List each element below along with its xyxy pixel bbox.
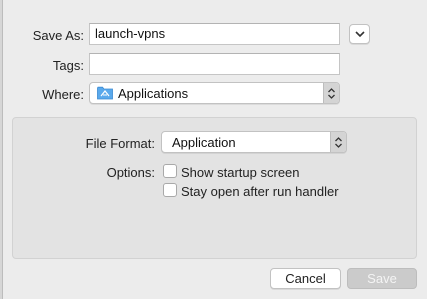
stay-open-label[interactable]: Stay open after run handler: [181, 184, 339, 199]
tags-field[interactable]: [89, 53, 340, 75]
applications-folder-icon: [97, 86, 113, 100]
expand-dialog-button[interactable]: [349, 24, 370, 44]
file-format-popup[interactable]: Application: [161, 131, 347, 153]
save-as-field[interactable]: launch-vpns: [89, 23, 340, 45]
chevron-down-icon: [355, 31, 365, 38]
save-button[interactable]: Save: [347, 268, 417, 289]
updown-arrows-icon: [335, 137, 342, 148]
cancel-button[interactable]: Cancel: [270, 268, 341, 289]
save-as-label: Save As:: [32, 28, 84, 43]
where-popup[interactable]: Applications: [89, 82, 340, 104]
background-window-edge: [0, 0, 3, 299]
where-label: Where:: [42, 87, 84, 102]
where-stepper: [323, 83, 339, 103]
stay-open-checkbox[interactable]: [163, 183, 177, 197]
updown-arrows-icon: [328, 88, 335, 99]
file-format-label: File Format:: [85, 136, 155, 151]
where-value: Applications: [118, 86, 189, 101]
show-startup-screen-label[interactable]: Show startup screen: [181, 165, 300, 180]
file-format-value: Application: [172, 135, 236, 150]
tags-label: Tags:: [52, 58, 84, 73]
options-label: Options:: [106, 165, 155, 180]
save-as-value: launch-vpns: [95, 26, 166, 41]
show-startup-screen-checkbox[interactable]: [163, 164, 177, 178]
file-format-stepper: [330, 132, 346, 152]
